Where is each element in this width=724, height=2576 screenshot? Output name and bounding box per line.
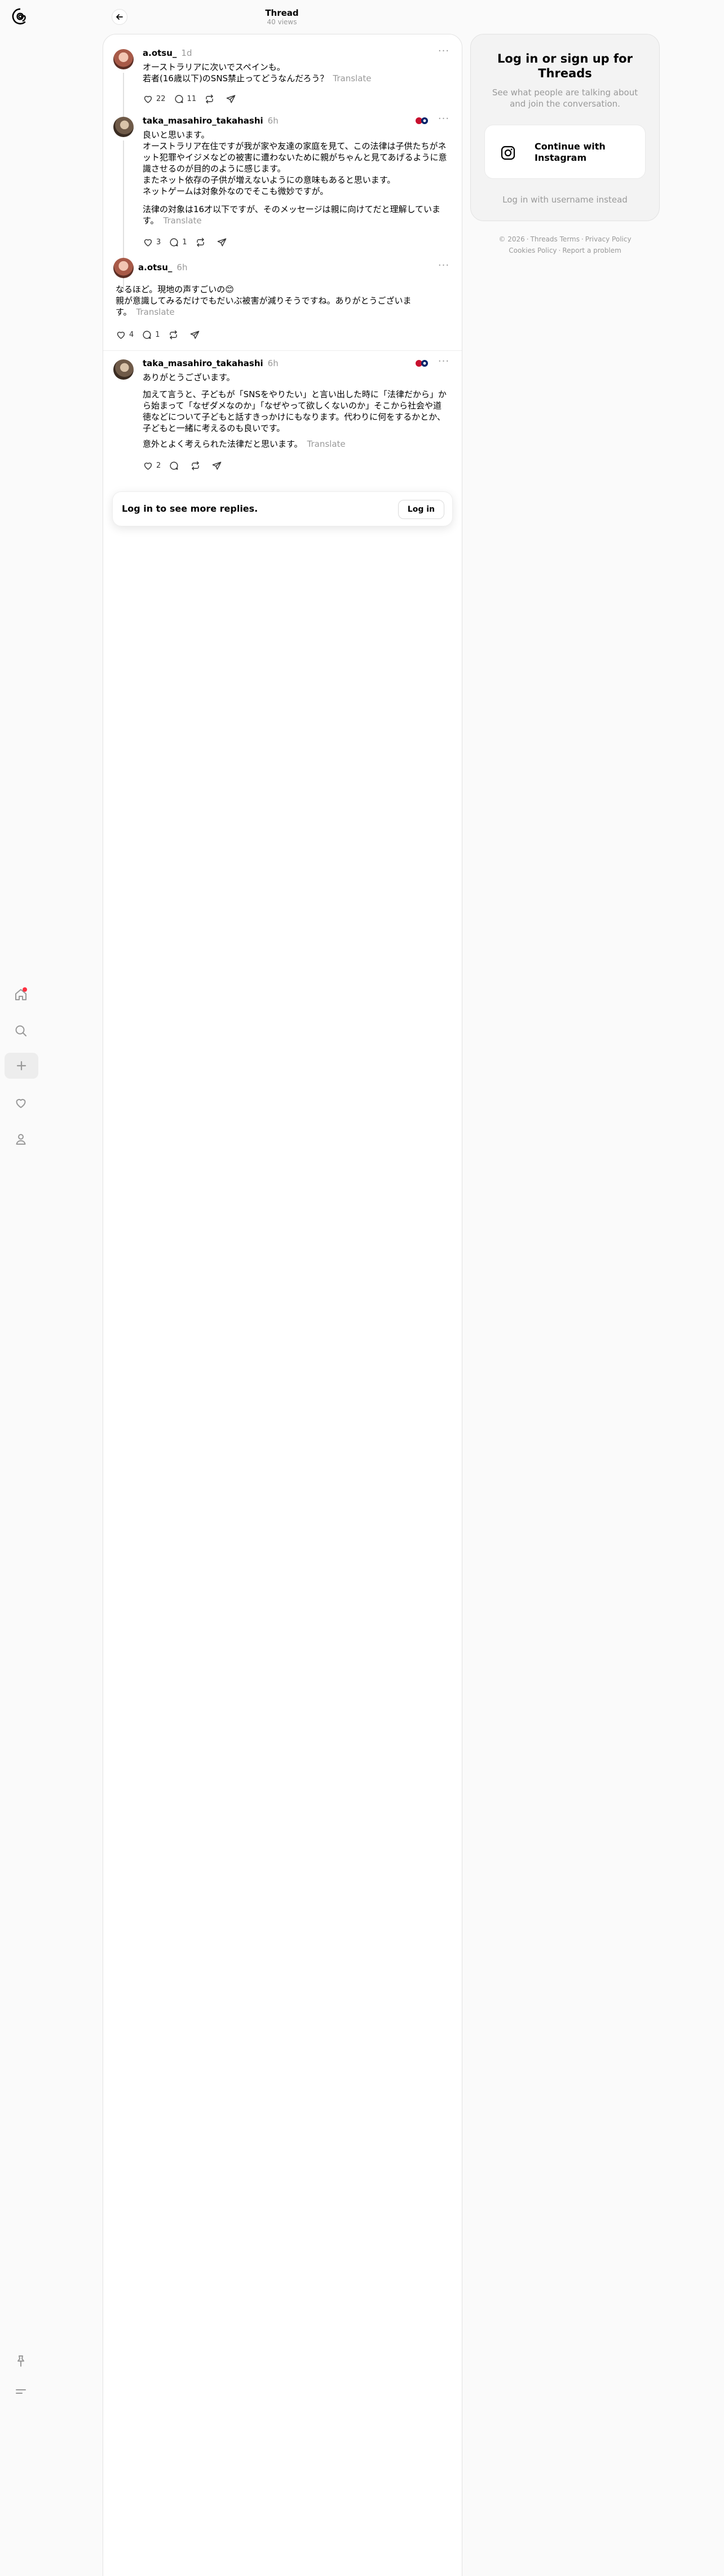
post-actions: 2 xyxy=(143,459,233,472)
comment-icon xyxy=(143,330,151,339)
avatar[interactable] xyxy=(113,117,134,137)
repost-icon xyxy=(192,461,200,470)
translate-link[interactable]: Translate xyxy=(136,307,175,317)
heart-icon xyxy=(144,95,152,103)
send-icon xyxy=(226,94,236,103)
post-actions: 4 1 xyxy=(116,328,211,341)
repost-button[interactable] xyxy=(168,329,182,340)
repost-button[interactable] xyxy=(204,94,218,104)
post-time: 6h xyxy=(176,262,188,272)
repost-button[interactable] xyxy=(190,460,204,471)
more-options-button[interactable]: ··· xyxy=(437,46,451,59)
post-time: 1d xyxy=(181,48,192,58)
continue-with-instagram-button[interactable]: Continue with Instagram xyxy=(484,125,646,179)
post-text: 意外とよく考えられた法律だと思います。 Translate xyxy=(143,439,346,449)
username-login-link[interactable]: Log in with username instead xyxy=(471,195,659,205)
post-text: 加えて言うと、子どもが「SNSをやりたい」と言い出した時に「法律だから」から始ま… xyxy=(143,389,447,433)
comment-icon xyxy=(175,94,183,103)
threads-logo-icon[interactable] xyxy=(11,7,29,25)
translate-link[interactable]: Translate xyxy=(307,439,346,449)
translate-link[interactable]: Translate xyxy=(164,216,202,226)
username[interactable]: a.otsu_ 6h xyxy=(138,262,187,272)
share-button[interactable] xyxy=(226,94,239,104)
post-time: 6h xyxy=(267,358,279,368)
thread-header: Thread 40 views xyxy=(103,0,461,32)
pin-icon[interactable] xyxy=(10,2350,32,2372)
username[interactable]: taka_masahiro_takahashi 6h xyxy=(143,116,279,126)
like-button[interactable]: 3 xyxy=(143,237,161,248)
terms-link[interactable]: Threads Terms xyxy=(531,235,580,243)
avatar[interactable] xyxy=(113,359,134,380)
like-button[interactable]: 2 xyxy=(143,460,161,471)
post-time: 6h xyxy=(267,116,279,126)
menu-icon[interactable] xyxy=(10,2381,32,2402)
signup-subtitle: See what people are talking about and jo… xyxy=(492,87,638,109)
report-link[interactable]: Report a problem xyxy=(562,247,621,254)
more-options-button[interactable]: ··· xyxy=(437,114,451,127)
share-button[interactable] xyxy=(211,460,225,471)
send-icon xyxy=(212,461,222,470)
divider xyxy=(103,350,462,351)
username[interactable]: a.otsu_ 1d xyxy=(143,48,192,58)
signup-panel: Log in or sign up for Threads See what p… xyxy=(470,34,660,221)
heart-icon xyxy=(144,462,152,470)
comment-icon xyxy=(170,461,178,470)
like-button[interactable]: 4 xyxy=(116,329,134,340)
privacy-link[interactable]: Privacy Policy xyxy=(585,235,632,243)
search-icon[interactable] xyxy=(10,1020,32,1041)
avatar[interactable] xyxy=(113,258,134,278)
avatar[interactable] xyxy=(113,49,134,69)
send-icon xyxy=(217,238,226,247)
footer: © 2026 · Threads Terms · Privacy Policy Cook… xyxy=(498,235,632,254)
instagram-icon xyxy=(501,146,515,160)
login-prompt: Log in to see more replies. Log in xyxy=(112,491,453,526)
send-icon xyxy=(190,330,199,339)
post-text: オーストラリアに次いでスペインも。 若者(16歳以下)のSNS禁止ってどうなんだ… xyxy=(143,62,372,83)
like-button[interactable]: 22 xyxy=(143,94,166,104)
repost-icon xyxy=(206,94,213,103)
post-text: ありがとうございます。 xyxy=(143,372,235,383)
repost-icon xyxy=(196,238,204,247)
comment-icon xyxy=(170,238,178,247)
home-icon[interactable] xyxy=(10,984,32,1005)
cookies-link[interactable]: Cookies Policy xyxy=(509,247,557,254)
post-actions: 3 1 xyxy=(143,235,238,249)
more-options-button[interactable]: ··· xyxy=(437,357,451,370)
heart-icon xyxy=(144,239,152,247)
login-prompt-text: Log in to see more replies. xyxy=(122,503,258,514)
reply-button[interactable]: 1 xyxy=(142,329,160,340)
post-text: 法律の対象は16才以下ですが、そのメッセージは親に向けてだと理解しています。 Tr… xyxy=(143,204,441,226)
thread-line xyxy=(123,73,124,117)
copyright: © 2026 xyxy=(498,235,525,243)
reply-button[interactable]: 1 xyxy=(169,237,187,248)
repost-icon xyxy=(169,330,177,339)
share-button[interactable] xyxy=(189,329,203,340)
flag-badge-icon xyxy=(416,117,428,124)
thread-card: a.otsu_ 1d ··· オーストラリアに次いでスペインも。 若者(16歳以下… xyxy=(103,34,462,2576)
instagram-button-label: Continue with Instagram xyxy=(535,141,606,163)
translate-link[interactable]: Translate xyxy=(333,73,371,83)
username[interactable]: taka_masahiro_takahashi 6h xyxy=(143,358,279,368)
view-count: 40 views xyxy=(267,18,297,26)
create-icon[interactable] xyxy=(5,1053,38,1079)
more-options-button[interactable]: ··· xyxy=(437,261,451,274)
page-title: Thread xyxy=(265,8,299,18)
repost-button[interactable] xyxy=(195,237,209,248)
reply-button[interactable] xyxy=(169,460,182,471)
signup-title: Log in or sign up for Threads xyxy=(497,52,633,80)
notification-dot xyxy=(23,987,27,992)
share-button[interactable] xyxy=(217,237,230,248)
login-button[interactable]: Log in xyxy=(398,500,444,519)
left-rail xyxy=(0,0,43,2576)
post-actions: 22 11 xyxy=(143,92,247,105)
profile-icon[interactable] xyxy=(10,1128,32,1150)
heart-icon[interactable] xyxy=(10,1092,32,1114)
post-text: なるほど。現地の声すごいの😊 親が意識してみるだけでもだいぶ被害が減りそうですね… xyxy=(116,284,412,317)
heart-icon xyxy=(117,331,125,339)
flag-badge-icon xyxy=(416,360,428,367)
reply-button[interactable]: 11 xyxy=(174,94,196,104)
post-text: 良いと思います。 オーストラリア在住ですが我が家や友達の家庭を見て、この法律は子… xyxy=(143,130,447,196)
